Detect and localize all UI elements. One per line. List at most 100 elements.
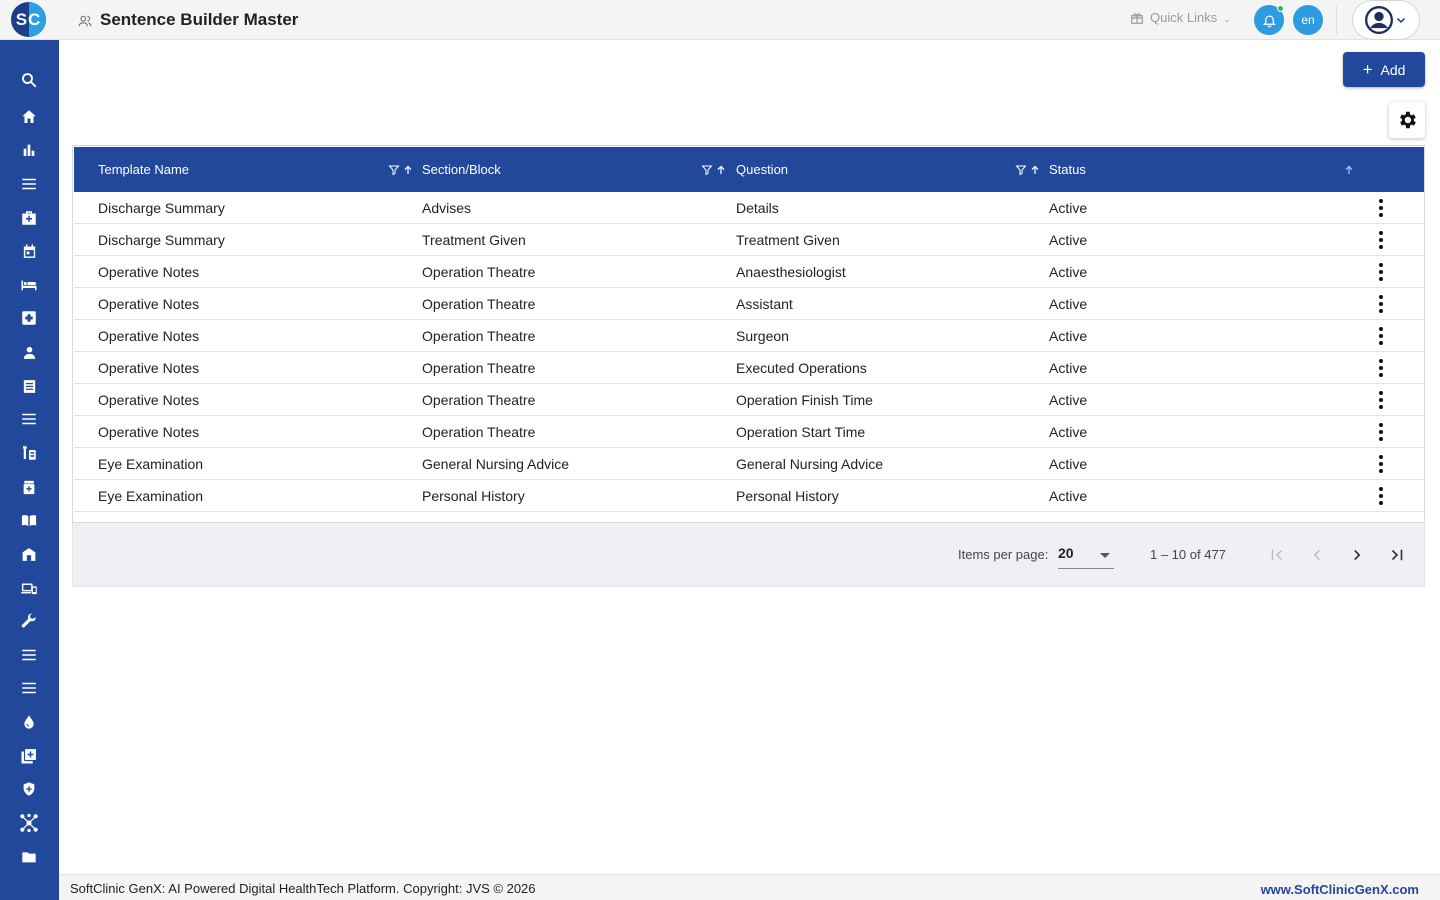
sidebar-add[interactable] bbox=[14, 744, 44, 768]
sidebar-search[interactable] bbox=[14, 68, 44, 92]
cell-question: Operation Start Time bbox=[736, 423, 866, 440]
sort-arrow-up-icon[interactable] bbox=[1343, 164, 1355, 176]
row-actions-menu-icon[interactable] bbox=[1373, 389, 1389, 411]
chevron-left-icon bbox=[1313, 549, 1320, 561]
sidebar-pharmacy[interactable] bbox=[14, 475, 44, 499]
sidebar-menu-4[interactable] bbox=[14, 676, 44, 700]
sidebar-menu-2[interactable] bbox=[14, 407, 44, 431]
sort-arrow-up-icon[interactable] bbox=[715, 164, 727, 176]
cell-template-name: Discharge Summary bbox=[98, 231, 225, 248]
row-actions-menu-icon[interactable] bbox=[1373, 357, 1389, 379]
page-range-label: 1 – 10 of 477 bbox=[1150, 547, 1226, 562]
avatar-icon bbox=[1365, 6, 1393, 34]
cell-template-name: Discharge Summary bbox=[98, 199, 225, 216]
filter-icon[interactable] bbox=[388, 164, 400, 176]
table-row[interactable]: Operative Notes Operation Theatre Surgeo… bbox=[74, 320, 1424, 352]
sidebar-patients[interactable] bbox=[14, 340, 44, 364]
sidebar-lab[interactable] bbox=[14, 441, 44, 465]
footer: SoftClinic GenX: AI Powered Digital Heal… bbox=[59, 874, 1440, 900]
add-box-icon bbox=[21, 747, 38, 764]
footer-website-link[interactable]: www.SoftClinicGenX.com bbox=[1261, 882, 1419, 897]
book-icon bbox=[21, 514, 37, 526]
sidebar-records[interactable] bbox=[14, 374, 44, 398]
row-actions-menu-icon[interactable] bbox=[1373, 261, 1389, 283]
sidebar-clinical[interactable] bbox=[14, 306, 44, 330]
table-row[interactable]: Eye Examination Personal History Persona… bbox=[74, 480, 1424, 512]
table-row[interactable]: Operative Notes Operation Theatre Operat… bbox=[74, 416, 1424, 448]
cell-question: Treatment Given bbox=[736, 231, 840, 248]
row-actions-menu-icon[interactable] bbox=[1373, 325, 1389, 347]
blood-drop-icon bbox=[24, 715, 34, 729]
sidebar-calendar[interactable] bbox=[14, 239, 44, 263]
row-actions-menu-icon[interactable] bbox=[1373, 421, 1389, 443]
next-page-button[interactable] bbox=[1345, 543, 1369, 567]
row-actions-menu-icon[interactable] bbox=[1373, 229, 1389, 251]
sidebar-devices[interactable] bbox=[14, 576, 44, 600]
table-row[interactable]: Discharge Summary Treatment Given Treatm… bbox=[74, 224, 1424, 256]
previous-page-button[interactable] bbox=[1305, 543, 1329, 567]
shield-icon bbox=[23, 782, 35, 796]
row-actions-menu-icon[interactable] bbox=[1373, 293, 1389, 315]
sidebar-beds[interactable] bbox=[14, 273, 44, 297]
column-header-section-block[interactable]: Section/Block bbox=[422, 147, 501, 192]
sidebar-medical[interactable] bbox=[14, 206, 44, 230]
sidebar-blood-bank[interactable] bbox=[14, 710, 44, 734]
sidebar-menu-1[interactable] bbox=[14, 172, 44, 196]
sidebar-menu-3[interactable] bbox=[14, 643, 44, 667]
cell-question: Assistant bbox=[736, 295, 793, 312]
paginator: Items per page: 20 1 – 10 of 477 bbox=[72, 523, 1425, 587]
app-logo[interactable]: SC bbox=[11, 2, 46, 37]
search-icon bbox=[22, 73, 37, 88]
row-actions-menu-icon[interactable] bbox=[1373, 485, 1389, 507]
cell-section-block: Operation Theatre bbox=[422, 327, 536, 344]
sidebar-home[interactable] bbox=[14, 105, 44, 129]
table-row[interactable]: Operative Notes Operation Theatre Execut… bbox=[74, 352, 1424, 384]
row-actions-menu-icon[interactable] bbox=[1373, 453, 1389, 475]
caret-down-icon bbox=[1100, 553, 1110, 558]
sidebar-tools[interactable] bbox=[14, 609, 44, 633]
table-row[interactable]: Discharge Summary Advises Details Active bbox=[74, 192, 1424, 224]
cell-template-name: Eye Examination bbox=[98, 487, 204, 504]
cell-section-block: Operation Theatre bbox=[422, 423, 536, 440]
user-menu-button[interactable] bbox=[1352, 0, 1420, 40]
quick-links-dropdown[interactable]: Quick Links ⌄ bbox=[1130, 10, 1231, 25]
sidebar-files[interactable] bbox=[14, 845, 44, 869]
table-row[interactable]: Operative Notes Operation Theatre Anaest… bbox=[74, 256, 1424, 288]
table-row[interactable]: Operative Notes Operation Theatre Operat… bbox=[74, 384, 1424, 416]
column-header-template-name[interactable]: Template Name bbox=[98, 147, 189, 192]
column-header-status[interactable]: Status bbox=[1049, 147, 1086, 192]
chevron-right-icon bbox=[1354, 549, 1361, 561]
lab-icon bbox=[23, 446, 36, 460]
filter-icon[interactable] bbox=[1015, 164, 1027, 176]
first-page-button[interactable] bbox=[1265, 543, 1289, 567]
medical-bag-icon bbox=[22, 211, 36, 225]
cell-status: Active bbox=[1049, 359, 1088, 376]
cell-template-name: Operative Notes bbox=[98, 263, 200, 280]
sidebar-integrations[interactable] bbox=[14, 811, 44, 835]
table-settings-button[interactable] bbox=[1389, 102, 1425, 138]
last-page-button[interactable] bbox=[1385, 543, 1409, 567]
add-button[interactable]: + Add bbox=[1343, 52, 1425, 87]
items-per-page-select[interactable]: 20 bbox=[1058, 539, 1114, 569]
notification-dot bbox=[1277, 5, 1284, 12]
cell-question: Details bbox=[736, 199, 779, 216]
table-row[interactable]: Operative Notes Operation Theatre Assist… bbox=[74, 288, 1424, 320]
sidebar-library[interactable] bbox=[14, 508, 44, 532]
sidebar-reports[interactable] bbox=[14, 138, 44, 162]
cell-template-name: Operative Notes bbox=[98, 327, 200, 344]
menu-icon bbox=[22, 682, 36, 694]
language-button[interactable]: en bbox=[1293, 5, 1323, 35]
cell-section-block: Operation Theatre bbox=[422, 263, 536, 280]
row-actions-menu-icon[interactable] bbox=[1373, 197, 1389, 219]
table-row[interactable]: Eye Examination General Nursing Advice G… bbox=[74, 448, 1424, 480]
items-per-page-value: 20 bbox=[1058, 545, 1074, 561]
sort-arrow-up-icon[interactable] bbox=[1029, 164, 1041, 176]
sort-arrow-up-icon[interactable] bbox=[402, 164, 414, 176]
column-header-question[interactable]: Question bbox=[736, 147, 788, 192]
data-table: Template Name Section/Block Question Sta… bbox=[72, 145, 1425, 523]
cell-template-name: Operative Notes bbox=[98, 391, 200, 408]
sidebar-insurance[interactable] bbox=[14, 777, 44, 801]
sidebar-store[interactable] bbox=[14, 542, 44, 566]
folder-icon bbox=[22, 852, 36, 863]
filter-icon[interactable] bbox=[701, 164, 713, 176]
